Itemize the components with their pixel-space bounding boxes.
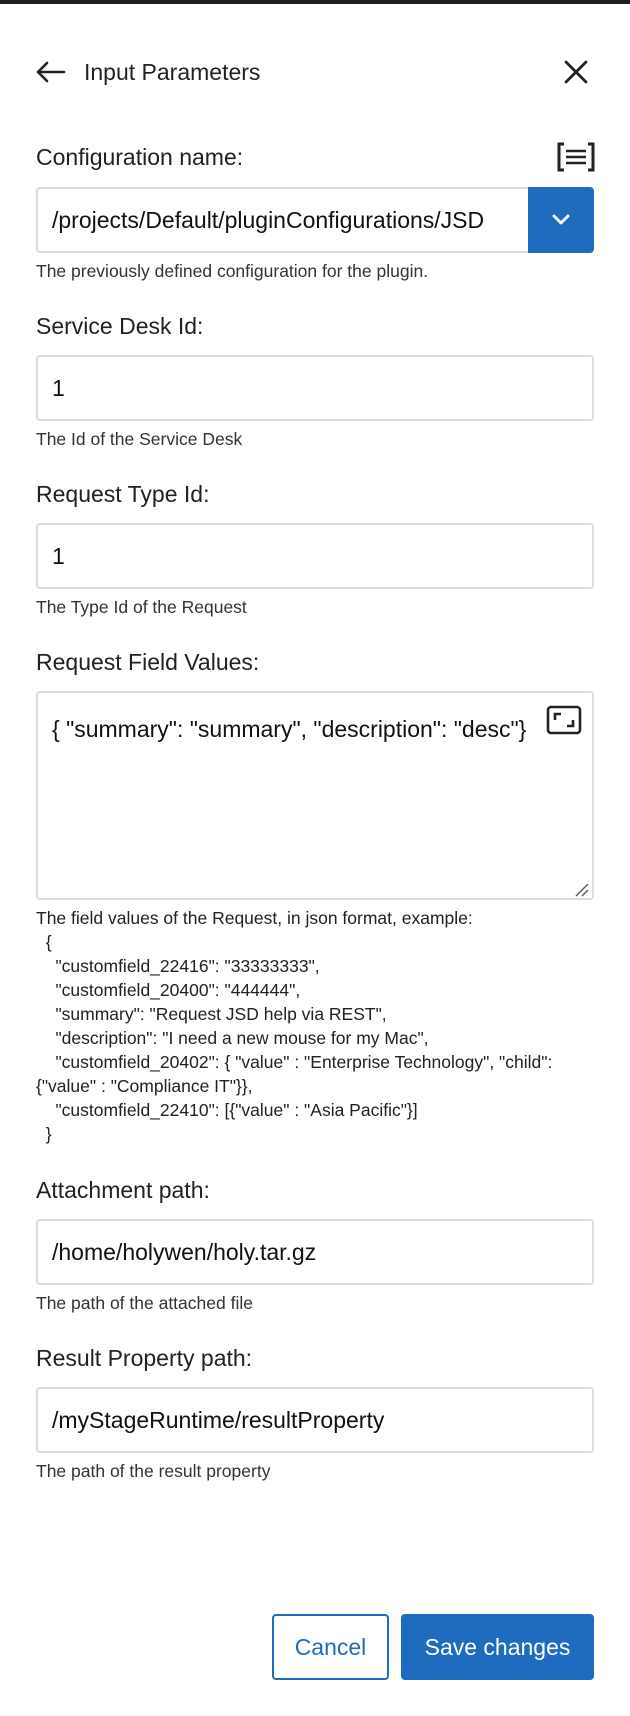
resize-handle-icon[interactable]	[573, 881, 589, 897]
arrow-left-icon[interactable]	[36, 54, 72, 90]
service-desk-label: Service Desk Id:	[36, 313, 204, 339]
request-fields-label: Request Field Values:	[36, 649, 260, 675]
request-type-input[interactable]: 1	[36, 523, 594, 589]
attachment-label: Attachment path:	[36, 1177, 210, 1203]
expand-icon[interactable]	[546, 705, 582, 735]
close-icon[interactable]	[558, 54, 594, 90]
top-edge	[0, 0, 630, 4]
attachment-help: The path of the attached file	[36, 1293, 253, 1313]
configuration-list-icon[interactable]	[556, 141, 596, 173]
request-fields-textarea[interactable]: { "summary": "summary", "description": "…	[36, 691, 594, 900]
configuration-value[interactable]: /projects/Default/pluginConfigurations/J…	[36, 187, 528, 253]
service-desk-help: The Id of the Service Desk	[36, 429, 243, 449]
request-fields-help: The field values of the Request, in json…	[36, 908, 553, 1144]
request-type-help: The Type Id of the Request	[36, 597, 247, 617]
result-property-input[interactable]: /myStageRuntime/resultProperty	[36, 1387, 594, 1453]
save-changes-button[interactable]: Save changes	[401, 1614, 594, 1680]
page-title: Input Parameters	[84, 58, 261, 85]
request-type-label: Request Type Id:	[36, 481, 210, 507]
service-desk-input[interactable]: 1	[36, 355, 594, 421]
configuration-select[interactable]: /projects/Default/pluginConfigurations/J…	[36, 187, 594, 253]
dialog-header: Input Parameters	[36, 50, 594, 94]
configuration-label: Configuration name:	[36, 144, 244, 170]
chevron-down-icon[interactable]	[528, 187, 594, 253]
result-property-label: Result Property path:	[36, 1345, 253, 1371]
cancel-button[interactable]: Cancel	[272, 1614, 389, 1680]
result-property-help: The path of the result property	[36, 1461, 271, 1481]
configuration-help: The previously defined configuration for…	[36, 261, 429, 281]
attachment-input[interactable]: /home/holywen/holy.tar.gz	[36, 1219, 594, 1285]
